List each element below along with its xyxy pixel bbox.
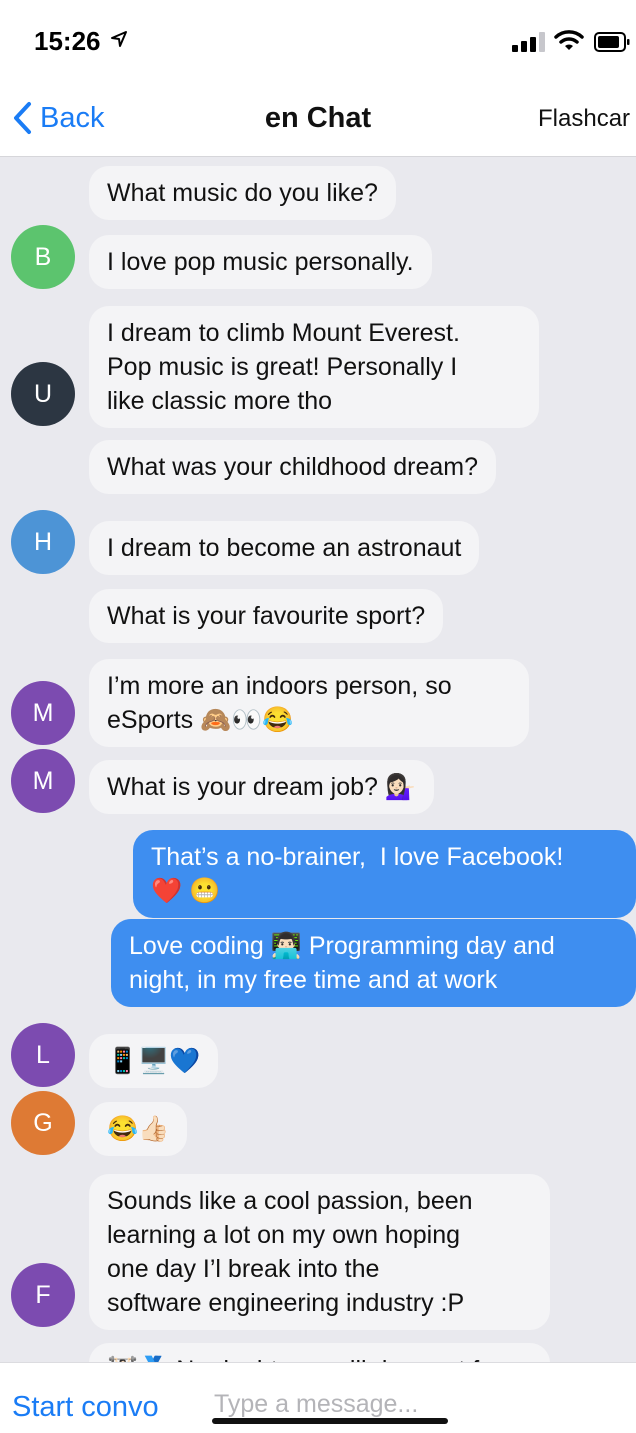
avatar[interactable]: U — [11, 362, 75, 426]
home-indicator[interactable] — [212, 1418, 448, 1424]
message-bubble: What was your childhood dream? — [89, 440, 497, 494]
message-bubble: What is your favourite sport? — [89, 589, 444, 643]
start-convo-button[interactable]: Start convo — [12, 1391, 159, 1424]
message-bubble: 📱🖥️💙 — [89, 1034, 219, 1088]
message-bubble: What music do you like? — [89, 166, 396, 220]
avatar[interactable]: M — [11, 749, 75, 813]
battery-icon — [594, 32, 630, 57]
message-bubble: I dream to climb Mount Everest. Pop musi… — [89, 306, 539, 428]
avatar[interactable]: M — [11, 681, 75, 745]
cellular-signal-icon — [512, 32, 546, 57]
avatar[interactable]: H — [11, 510, 75, 574]
chevron-left-icon — [14, 102, 31, 134]
message-bubble-outgoing: Love coding 👨🏻‍💻 Programming day and nig… — [111, 919, 636, 1007]
message-bubble: Sounds like a cool passion, been learnin… — [89, 1174, 550, 1330]
back-button[interactable]: Back — [12, 100, 104, 136]
message-bubble: What is your dream job? 💁🏻‍♀️ — [89, 760, 435, 814]
navigation-bar: Back en Chat Flashcar — [0, 80, 636, 157]
avatar[interactable]: G — [11, 1091, 75, 1155]
avatar[interactable]: B — [11, 225, 75, 289]
back-label: Back — [40, 101, 105, 134]
wifi-icon — [554, 28, 584, 57]
message-bubble: I’m more an indoors person, so eSports 🙈… — [89, 659, 529, 747]
flashcards-button[interactable]: Flashcar — [538, 105, 630, 133]
message-bubble-outgoing: That’s a no-brainer, I love Facebook! ❤️… — [133, 830, 636, 918]
message-bubble: I dream to become an astronaut — [89, 521, 480, 575]
chat-thread[interactable]: What music do you like? B I love pop mus… — [0, 157, 636, 1362]
avatar[interactable]: L — [11, 1023, 75, 1087]
status-bar: 15:26 — [0, 0, 636, 80]
avatar[interactable]: F — [11, 1263, 75, 1327]
message-bubble: I love pop music personally. — [89, 235, 432, 289]
location-arrow-icon — [110, 30, 128, 53]
status-time: 15:26 — [34, 26, 101, 56]
message-bubble: 🏋🏻🏅 No doubt you will do great f — [89, 1343, 550, 1362]
message-bubble: 😂👍🏻 — [89, 1102, 188, 1156]
